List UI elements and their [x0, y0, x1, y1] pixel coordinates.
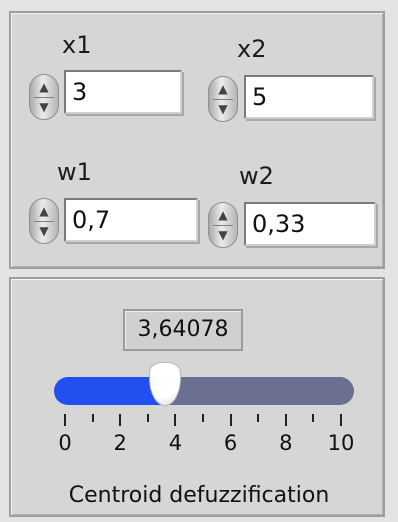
x1-label: x1 — [62, 31, 92, 59]
scale-tick — [64, 414, 66, 426]
decrement-arrow-icon[interactable]: ▼ — [30, 101, 58, 113]
scale-tick-label: 10 — [327, 431, 355, 455]
scale-tick — [312, 414, 315, 422]
scale-tick-label: 4 — [168, 431, 183, 455]
scale-tick — [257, 414, 260, 422]
w2-label: w2 — [239, 162, 274, 190]
scale-tick — [340, 414, 342, 426]
x2-stepper[interactable]: ▲ ▼ — [208, 76, 238, 122]
scale-tick — [174, 414, 177, 426]
x1-field[interactable]: 3 — [64, 70, 182, 114]
increment-arrow-icon[interactable]: ▲ — [209, 209, 237, 221]
decrement-arrow-icon[interactable]: ▼ — [209, 229, 237, 241]
x1-stepper[interactable]: ▲ ▼ — [29, 74, 59, 120]
scale-tick — [284, 414, 287, 426]
w1-field[interactable]: 0,7 — [64, 198, 198, 242]
scale-tick-label: 8 — [279, 431, 293, 455]
scale-tick-label: 6 — [223, 431, 238, 455]
increment-arrow-icon[interactable]: ▲ — [30, 205, 58, 217]
increment-arrow-icon[interactable]: ▲ — [209, 83, 237, 95]
scale-tick-label: 2 — [113, 431, 127, 455]
x2-field[interactable]: 5 — [244, 75, 374, 119]
slider-caption: Centroid defuzzification — [68, 483, 330, 508]
scale-tick — [146, 414, 149, 422]
w1-label: w1 — [57, 158, 92, 186]
increment-arrow-icon[interactable]: ▲ — [30, 81, 58, 93]
decrement-arrow-icon[interactable]: ▼ — [30, 225, 58, 237]
w2-field[interactable]: 0,33 — [244, 202, 376, 246]
scale-tick-label: 0 — [58, 431, 72, 455]
scale-tick — [229, 414, 232, 426]
w2-stepper[interactable]: ▲ ▼ — [208, 202, 238, 248]
scale-tick — [202, 414, 204, 422]
w1-stepper[interactable]: ▲ ▼ — [29, 198, 59, 244]
slider-track[interactable] — [54, 377, 354, 405]
centroid-value-display: 3,64078 — [123, 309, 243, 351]
decrement-arrow-icon[interactable]: ▼ — [209, 103, 237, 115]
scale-tick — [91, 414, 94, 422]
x2-label: x2 — [237, 35, 267, 63]
scale-tick — [119, 414, 122, 426]
